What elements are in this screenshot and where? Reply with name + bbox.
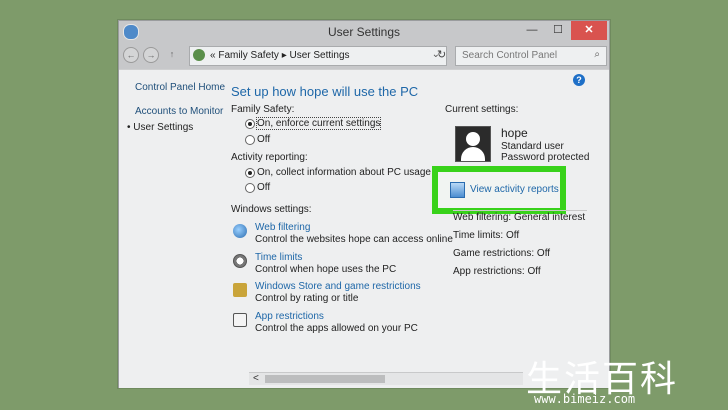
watermark: 生活百科 www.bimeiz.com <box>520 350 728 410</box>
store-restrictions-desc: Control by rating or title <box>255 293 359 304</box>
clock-icon <box>233 254 247 268</box>
navigation-bar: ← → ↑ « Family Safety ▸ User Settings ⌄ … <box>119 45 609 67</box>
app-restrictions-link[interactable]: App restrictions <box>255 311 324 322</box>
time-limits-desc: Control when hope uses the PC <box>255 264 397 275</box>
user-name: hope <box>501 126 528 140</box>
report-icon <box>450 182 465 198</box>
current-web-filtering: Web filtering: General interest <box>453 212 586 223</box>
search-placeholder: Search Control Panel <box>462 50 558 61</box>
nav-control-panel-home[interactable]: Control Panel Home <box>135 82 225 93</box>
content-pane: Control Panel Home Accounts to Monitor •… <box>119 69 609 388</box>
view-activity-reports-link[interactable]: View activity reports <box>470 184 559 195</box>
address-bar[interactable]: « Family Safety ▸ User Settings ⌄ <box>189 46 447 66</box>
current-time-limits: Time limits: Off <box>453 230 520 241</box>
title-bar: User Settings — ☐ ✕ <box>119 21 609 43</box>
current-app-restrictions: App restrictions: Off <box>453 266 541 277</box>
windows-settings-label: Windows settings: <box>231 204 312 215</box>
family-safety-on-radio[interactable] <box>245 119 255 129</box>
activity-off-label[interactable]: Off <box>257 182 270 193</box>
search-icon[interactable]: ⌕ <box>594 49 600 60</box>
settings-main: Set up how hope will use the PC Family S… <box>227 70 607 388</box>
refresh-icon[interactable]: ↻ <box>437 48 446 61</box>
web-filtering-link[interactable]: Web filtering <box>255 222 310 233</box>
app-restrictions-desc: Control the apps allowed on your PC <box>255 323 418 334</box>
search-input[interactable]: Search Control Panel ⌕ <box>455 46 607 66</box>
user-body-icon <box>461 147 485 161</box>
activity-off-radio[interactable] <box>245 183 255 193</box>
horizontal-scrollbar[interactable]: < <box>249 372 523 385</box>
user-head-icon <box>466 132 480 146</box>
family-safety-on-label[interactable]: On, enforce current settings <box>255 117 382 130</box>
forward-button[interactable]: → <box>143 47 159 63</box>
activity-on-radio[interactable] <box>245 168 255 178</box>
current-settings-label: Current settings: <box>445 104 519 115</box>
family-safety-label: Family Safety: <box>231 104 295 115</box>
back-button[interactable]: ← <box>123 47 139 63</box>
family-safety-off-radio[interactable] <box>245 135 255 145</box>
user-settings-window: User Settings — ☐ ✕ ← → ↑ « Family Safet… <box>118 20 610 388</box>
store-restrictions-link[interactable]: Windows Store and game restrictions <box>255 281 421 292</box>
family-safety-icon <box>193 49 205 61</box>
family-safety-off-label[interactable]: Off <box>257 134 270 145</box>
activity-on-label[interactable]: On, collect information about PC usage <box>257 167 431 178</box>
minimize-button[interactable]: — <box>519 21 545 40</box>
divider <box>453 210 587 211</box>
activity-reporting-label: Activity reporting: <box>231 152 308 163</box>
view-activity-box[interactable]: View activity reports <box>438 172 560 208</box>
watermark-url: www.bimeiz.com <box>534 392 636 406</box>
trophy-icon <box>233 283 247 297</box>
scroll-thumb[interactable] <box>265 375 385 383</box>
avatar <box>455 126 491 162</box>
page-title: Set up how hope will use the PC <box>231 84 419 99</box>
user-type: Standard user <box>501 141 564 152</box>
up-button[interactable]: ↑ <box>165 47 179 61</box>
nav-accounts-to-monitor[interactable]: Accounts to Monitor <box>135 106 223 117</box>
current-game-restrictions: Game restrictions: Off <box>453 248 551 259</box>
globe-icon <box>233 224 247 238</box>
close-button[interactable]: ✕ <box>571 21 607 40</box>
user-password-status: Password protected <box>501 152 590 163</box>
maximize-button[interactable]: ☐ <box>545 21 571 40</box>
nav-user-settings[interactable]: • User Settings <box>127 122 193 133</box>
scroll-left-arrow[interactable]: < <box>253 373 259 384</box>
app-icon <box>233 313 247 327</box>
web-filtering-desc: Control the websites hope can access onl… <box>255 234 453 245</box>
time-limits-link[interactable]: Time limits <box>255 252 302 263</box>
view-activity-highlight: View activity reports <box>432 166 566 214</box>
breadcrumb[interactable]: « Family Safety ▸ User Settings <box>210 50 350 61</box>
